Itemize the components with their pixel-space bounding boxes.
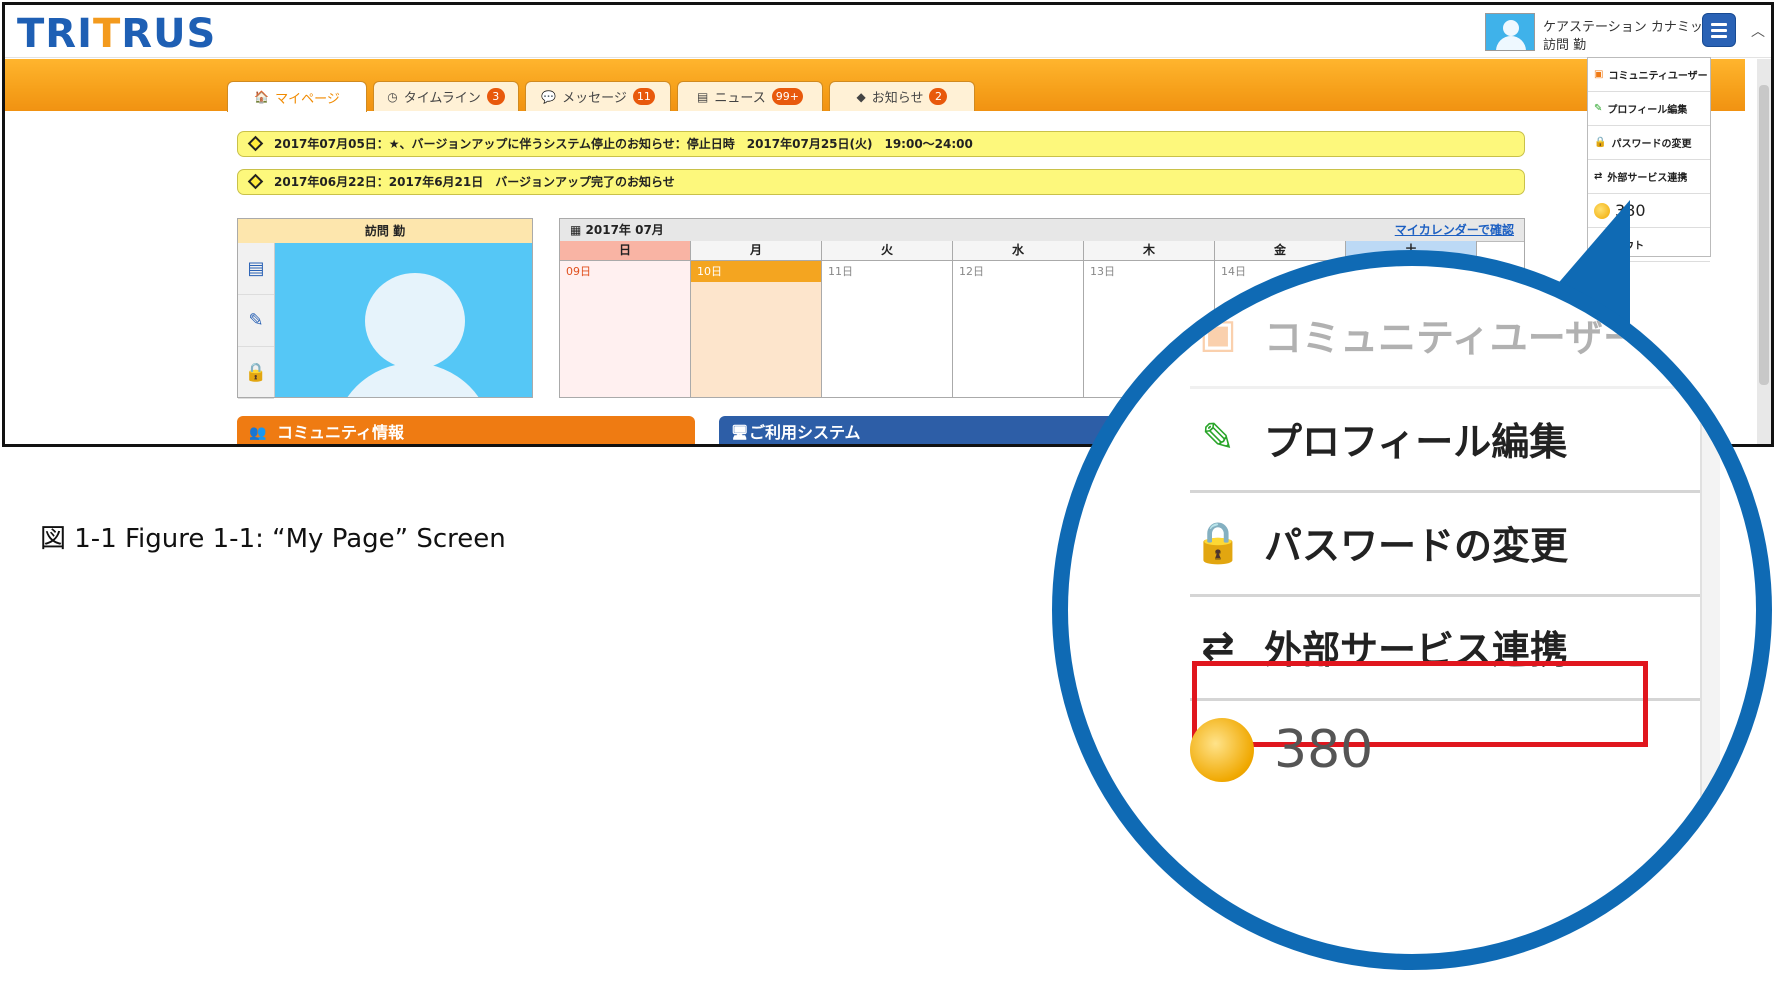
menu-label: プロフィール編集 xyxy=(1607,105,1688,116)
tritrus-logo[interactable]: TRITRUS xyxy=(17,11,216,57)
zoom-magnifier: ▣ コミュニティユーザー ✎ プロフィール編集 🔒 パスワードの変更 ⇄ 外部サービス連… xyxy=(1052,250,1772,970)
menu-label: パスワードの変更 xyxy=(1611,139,1692,150)
tab-label: マイページ xyxy=(275,91,340,107)
calendar-month: 2017年 07月 xyxy=(585,223,664,237)
pencil-icon[interactable]: ✎ xyxy=(238,295,274,347)
menu-community-user[interactable]: ▣ コミュニティユーザー xyxy=(1588,58,1710,92)
profile-actions: ▤ ✎ 🔒 xyxy=(238,243,275,399)
notice-text: 2017年07月05日：★、バージョンアップに伴うシステム停止のお知らせ：停止日… xyxy=(274,137,973,151)
tab-bar: 🏠 マイページ ◷ タイムライン 3 💬 メッセージ 11 ▤ ニュース 99+… xyxy=(5,59,1745,112)
calendar-dow: 木 xyxy=(1084,241,1214,261)
monitor-icon: 🖥 xyxy=(731,425,749,441)
app-header: TRITRUS ケアステーション カナミック 訪問 勤 ︿ xyxy=(5,5,1771,58)
calendar-dow: 水 xyxy=(953,241,1083,261)
figure-caption: 図 1-1 Figure 1-1: “My Page” Screen xyxy=(40,524,506,554)
calendar-day[interactable]: 水 12日 xyxy=(953,241,1084,397)
profile-book-icon[interactable]: ▤ xyxy=(238,243,274,295)
coin-icon xyxy=(1190,718,1254,782)
profile-panel: 訪問 勤 ▤ ✎ 🔒 xyxy=(237,218,533,399)
calendar-day[interactable]: 月 10日 xyxy=(691,241,822,397)
zoom-scroll-edge xyxy=(1700,266,1720,954)
diamond-icon xyxy=(247,135,264,152)
menu-label: コミュニティユーザー xyxy=(1608,71,1708,82)
zoom-points: 380 xyxy=(1274,720,1374,780)
calendar-date: 12日 xyxy=(959,265,984,278)
zoom-item-community-user: ▣ コミュニティユーザー xyxy=(1190,282,1700,389)
tab-badge: 11 xyxy=(632,88,655,105)
lock-icon: 🔒 xyxy=(1193,519,1243,566)
calendar-date: 11日 xyxy=(828,265,853,278)
chevron-up-icon[interactable]: ︿ xyxy=(1751,21,1765,41)
tab-message[interactable]: 💬 メッセージ 11 xyxy=(525,81,671,111)
logo-text-a: TRI xyxy=(17,11,93,57)
menu-password-change[interactable]: 🔒 パスワードの変更 xyxy=(1588,126,1710,160)
tab-badge: 99+ xyxy=(771,88,803,105)
notice-item[interactable]: 2017年07月05日：★、バージョンアップに伴うシステム停止のお知らせ：停止日… xyxy=(237,131,1525,157)
news-icon: ▤ xyxy=(697,89,709,104)
community-user-icon: ▣ xyxy=(1199,311,1237,357)
lock-icon[interactable]: 🔒 xyxy=(238,347,274,399)
tab-notice[interactable]: ◆ お知らせ 2 xyxy=(829,81,975,111)
calendar-icon: ▦ xyxy=(570,223,586,237)
calendar-day[interactable]: 日 09日 xyxy=(560,241,691,397)
tab-label: タイムライン xyxy=(403,91,481,106)
lock-icon: 🔒 xyxy=(1594,137,1607,148)
tab-label: お知らせ xyxy=(871,91,924,106)
menu-external-service[interactable]: ⇄ 外部サービス連携 xyxy=(1588,160,1710,194)
chat-icon: 💬 xyxy=(541,89,557,104)
community-info-button[interactable]: 👥 コミュニティ情報 xyxy=(237,416,695,444)
zoom-item-points: 380 xyxy=(1190,698,1700,802)
tab-label: ニュース xyxy=(714,91,766,106)
calendar-dow: 月 xyxy=(691,241,821,261)
calendar-dow: 火 xyxy=(822,241,952,261)
notice-text: 2017年06月22日：2017年6月21日 バージョンアップ完了のお知らせ xyxy=(274,175,675,189)
notice-icon: ◆ xyxy=(856,89,866,104)
community-label: コミュニティ情報 xyxy=(277,423,405,442)
user-org: ケアステーション カナミック xyxy=(1543,20,1716,35)
zoom-item-profile-edit: ✎ プロフィール編集 xyxy=(1190,386,1700,493)
tab-timeline[interactable]: ◷ タイムライン 3 xyxy=(373,81,519,111)
user-info[interactable]: ケアステーション カナミック 訪問 勤 xyxy=(1485,13,1716,53)
user-name: 訪問 勤 xyxy=(1543,38,1587,53)
pencil-icon: ✎ xyxy=(1594,103,1603,114)
clock-icon: ◷ xyxy=(387,89,398,104)
menu-label: 外部サービス連携 xyxy=(1607,173,1688,184)
hamburger-menu-button[interactable] xyxy=(1702,13,1736,47)
tab-news[interactable]: ▤ ニュース 99+ xyxy=(677,81,823,111)
scrollbar-thumb[interactable] xyxy=(1759,85,1769,385)
calendar-header: ▦ 2017年 07月 マイカレンダーで確認 xyxy=(560,219,1524,242)
calendar-date: 10日 xyxy=(691,261,821,282)
calendar-dow: 日 xyxy=(560,241,690,261)
calendar-dow: 金 xyxy=(1215,241,1345,261)
tab-mypage[interactable]: 🏠 マイページ xyxy=(227,81,367,112)
tab-label: メッセージ xyxy=(562,91,627,106)
tab-badge: 3 xyxy=(486,88,505,105)
avatar[interactable] xyxy=(1485,13,1535,51)
zoom-label: コミュニティユーザー xyxy=(1264,315,1641,360)
community-user-icon: ▣ xyxy=(1594,69,1604,80)
notice-item[interactable]: 2017年06月22日：2017年6月21日 バージョンアップ完了のお知らせ xyxy=(237,169,1525,195)
calendar-day[interactable]: 火 11日 xyxy=(822,241,953,397)
menu-profile-edit[interactable]: ✎ プロフィール編集 xyxy=(1588,92,1710,126)
calendar-date: 09日 xyxy=(566,265,591,278)
diamond-icon xyxy=(247,173,264,190)
profile-photo xyxy=(275,243,532,397)
home-icon: 🏠 xyxy=(254,90,270,104)
logo-text-c: RUS xyxy=(121,11,217,57)
sync-arrows-icon: ⇄ xyxy=(1594,171,1603,182)
profile-title: 訪問 勤 xyxy=(238,219,532,244)
zoom-label: パスワードの変更 xyxy=(1264,523,1569,568)
community-icon: 👥 xyxy=(249,425,267,441)
pencil-icon: ✎ xyxy=(1201,415,1235,461)
zoom-item-password: 🔒 パスワードの変更 xyxy=(1190,490,1700,597)
logo-text-b: T xyxy=(92,11,122,57)
tab-badge: 2 xyxy=(929,88,948,105)
zoom-label: プロフィール編集 xyxy=(1264,419,1568,464)
system-label: ご利用システム xyxy=(749,423,861,442)
